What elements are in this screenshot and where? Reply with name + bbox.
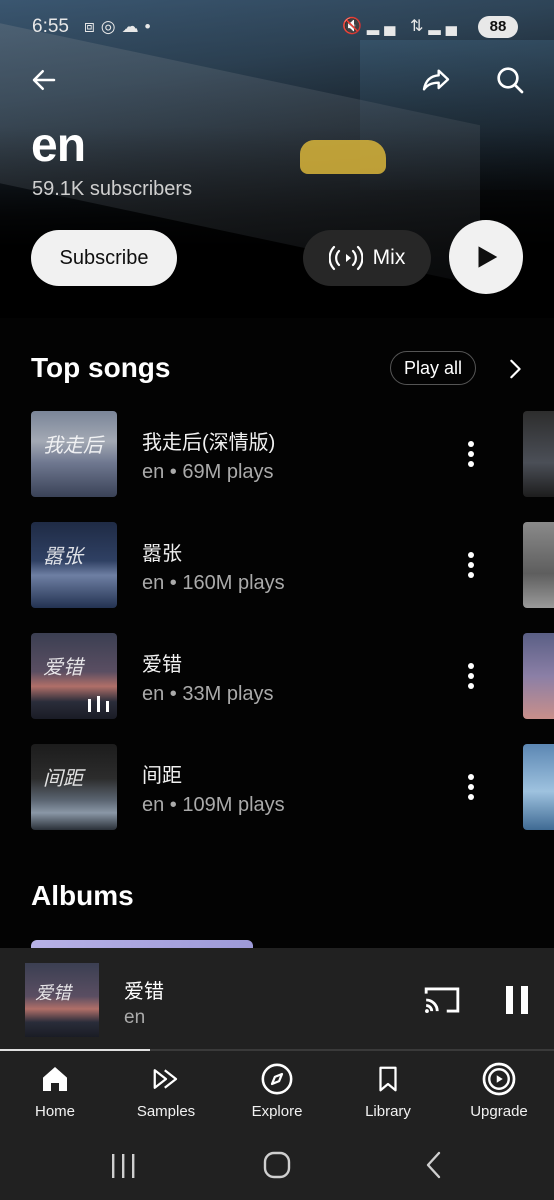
albums-title: Albums [31,880,134,911]
next-page-peek [523,744,554,830]
song-meta: en • 160M plays [142,572,285,594]
next-page-peek [523,411,554,497]
album-art: 嚣张 [31,522,117,608]
album-art-text: 嚣张 [43,544,83,568]
status-bar: 6:55 ⧈◎☁• 🔇▂▄ ⇅▂▄ 88 [0,0,554,54]
more-vert-icon[interactable] [458,772,484,802]
album-art: 间距 [31,744,117,830]
song-title: 爱错 [142,654,182,676]
home-circle-icon[interactable] [262,1150,292,1180]
chevron-right-icon [510,359,521,379]
play-all-button[interactable]: Play all [390,351,476,385]
top-songs-more-button[interactable] [500,353,530,385]
search-button[interactable] [490,60,530,100]
back-button[interactable] [24,60,64,100]
song-row[interactable]: 我走后 我走后(深情版) en • 69M plays [0,411,554,522]
now-playing-equalizer-icon [88,696,109,712]
recent-apps-icon[interactable] [108,1152,138,1180]
song-meta: en • 69M plays [142,461,274,483]
subscriber-count: 59.1K subscribers [32,178,193,200]
mini-player-title: 爱错 [124,981,164,1003]
next-page-peek [523,522,554,608]
song-row[interactable]: 爱错 爱错 en • 33M plays [0,633,554,744]
nav-label: Samples [136,1103,196,1120]
pause-icon [506,986,528,1014]
mix-button[interactable]: Mix [303,230,431,286]
arrow-left-icon [32,70,56,90]
nav-upgrade[interactable]: Upgrade [449,1061,549,1120]
album-art: 爱错 [31,633,117,719]
home-icon [43,1067,67,1091]
album-art: 我走后 [31,411,117,497]
nav-explore[interactable]: Explore [227,1061,327,1120]
mini-player-art: 爱错 [25,963,99,1037]
artist-name: en [31,119,86,172]
nav-library[interactable]: Library [338,1061,438,1120]
nav-home[interactable]: Home [5,1061,105,1120]
play-icon [478,246,498,268]
notification-icons: ⧈◎☁• [84,17,157,36]
mini-player[interactable]: 爱错 爱错 en [0,948,554,1051]
album-art-text: 爱错 [43,655,83,679]
album-art-text: 我走后 [43,433,103,457]
more-vert-icon[interactable] [458,439,484,469]
song-title: 嚣张 [142,543,182,565]
nav-label: Home [34,1103,75,1120]
radio-broadcast-icon [328,245,363,271]
cast-icon [424,987,460,1013]
mini-player-art-text: 爱错 [35,983,71,1004]
song-row[interactable]: 间距 间距 en • 109M plays [0,744,554,855]
album-art-text: 间距 [43,766,83,790]
song-row[interactable]: 嚣张 嚣张 en • 160M plays [0,522,554,633]
samples-icon [153,1069,178,1089]
nav-samples[interactable]: Samples [116,1061,216,1120]
more-vert-icon[interactable] [458,661,484,691]
signal-icons: 🔇▂▄ ⇅▂▄ [341,18,462,35]
explore-icon [261,1063,293,1095]
song-title: 间距 [142,765,182,787]
next-page-peek [523,633,554,719]
top-songs-title: Top songs [31,352,171,383]
hero-car [300,140,386,174]
play-button[interactable] [449,220,523,294]
status-time: 6:55 [32,16,69,37]
subscribe-button[interactable]: Subscribe [31,230,177,286]
mix-label: Mix [372,246,406,269]
share-icon [422,69,450,91]
pause-button[interactable] [496,980,538,1020]
system-navigation-bar [0,1138,554,1200]
nav-label: Upgrade [470,1103,528,1120]
upgrade-icon [482,1062,516,1096]
search-icon [497,67,524,94]
more-vert-icon[interactable] [458,550,484,580]
bottom-navigation: Home Samples Explore Library Upgrade [0,1051,554,1138]
back-chevron-icon[interactable] [423,1150,445,1180]
song-meta: en • 109M plays [142,794,285,816]
nav-label: Library [365,1103,411,1120]
library-icon [379,1066,397,1092]
share-button[interactable] [416,60,456,100]
cast-button[interactable] [420,980,464,1020]
mini-player-artist: en [124,1007,146,1028]
battery-indicator: 88 [478,16,518,38]
song-meta: en • 33M plays [142,683,274,705]
song-title: 我走后(深情版) [142,432,276,454]
nav-label: Explore [251,1103,303,1120]
